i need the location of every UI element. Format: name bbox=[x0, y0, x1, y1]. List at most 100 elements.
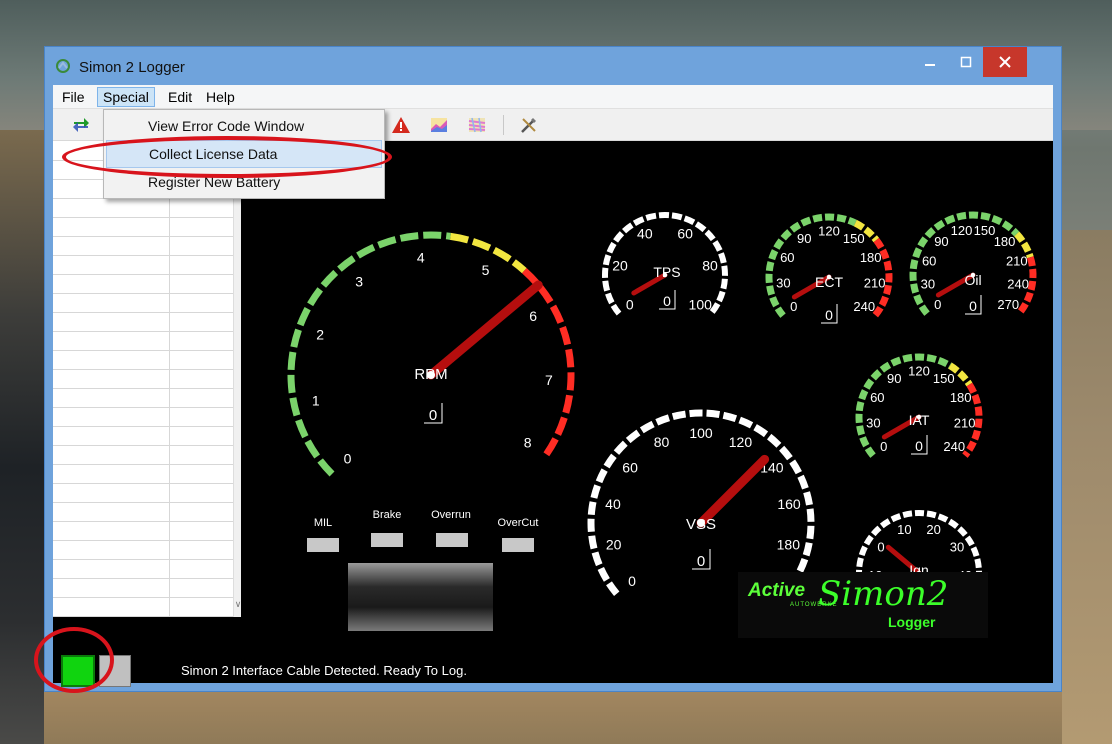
iat-value-readout: 0 bbox=[915, 438, 923, 454]
ect-tick-label: 60 bbox=[780, 250, 794, 265]
rpm-tick-label: 1 bbox=[312, 392, 320, 408]
oil-tick-label: 60 bbox=[922, 254, 936, 269]
vss-tick-label: 0 bbox=[628, 573, 636, 589]
vss-tick-label: 120 bbox=[729, 434, 753, 450]
logo-simon-text: Simon2 bbox=[818, 574, 949, 614]
iat-tick-label: 120 bbox=[908, 364, 930, 379]
oil-tick-label: 0 bbox=[934, 297, 941, 312]
rpm-gauge: 0 1 2 3 4 5 6 7 8 RPM 0 bbox=[287, 231, 575, 477]
rpm-tick-label: 3 bbox=[355, 273, 363, 289]
rpm-tick-label: 5 bbox=[482, 262, 490, 278]
brake-indicator bbox=[371, 533, 403, 547]
ect-tick-label: 240 bbox=[853, 299, 875, 314]
app-icon bbox=[56, 59, 70, 73]
maximize-button[interactable] bbox=[949, 47, 983, 77]
oil-tick-label: 150 bbox=[974, 223, 996, 238]
vss-tick-label: 20 bbox=[606, 537, 622, 553]
oil-gauge-label: Oil bbox=[964, 272, 981, 288]
rpm-tick-label: 6 bbox=[529, 308, 537, 324]
iat-tick-label: 60 bbox=[870, 390, 884, 405]
oil-tick-label: 90 bbox=[934, 234, 948, 249]
annotation-circle-led bbox=[34, 627, 114, 693]
shift-light-panel bbox=[348, 563, 493, 631]
iat-tick-label: 30 bbox=[866, 416, 880, 431]
tps-tick-label: 60 bbox=[677, 226, 693, 242]
ect-tick-label: 30 bbox=[776, 276, 790, 291]
ect-tick-label: 0 bbox=[790, 299, 797, 314]
rpm-tick-label: 0 bbox=[344, 450, 352, 466]
ect-gauge: 0306090 120 150180210240ECT0 bbox=[765, 213, 893, 324]
ign-tick-label: 0 bbox=[877, 540, 884, 555]
ect-tick-label: 120 bbox=[818, 224, 840, 239]
title-bar[interactable]: Simon 2 Logger bbox=[45, 47, 1061, 85]
close-icon bbox=[999, 56, 1011, 68]
ect-tick-label: 210 bbox=[864, 276, 886, 291]
rpm-gauge-label: RPM bbox=[414, 366, 447, 383]
ect-tick-label: 150 bbox=[843, 231, 865, 246]
tps-tick-label: 100 bbox=[689, 296, 713, 312]
simon2-logger-logo: Active AUTOWERKE Simon2 Logger bbox=[738, 572, 988, 638]
oil-gauge: 0 30 60 90120 150180 210 240 270 Oil 0 bbox=[909, 211, 1037, 316]
vss-needle bbox=[696, 454, 770, 528]
mil-label: MIL bbox=[314, 517, 332, 529]
tps-gauge-label: TPS bbox=[653, 264, 680, 280]
iat-tick-label: 150 bbox=[933, 371, 955, 386]
vss-tick-label: 60 bbox=[622, 459, 638, 475]
rpm-needle bbox=[426, 280, 543, 380]
vss-value-readout: 0 bbox=[697, 553, 705, 570]
ect-tick-label: 180 bbox=[860, 250, 882, 265]
status-text: Simon 2 Interface Cable Detected. Ready … bbox=[181, 663, 467, 678]
vss-tick-label: 160 bbox=[777, 496, 801, 512]
status-bar: Simon 2 Interface Cable Detected. Ready … bbox=[53, 649, 1053, 687]
vss-tick-label: 180 bbox=[777, 537, 801, 553]
overcut-label: OverCut bbox=[498, 517, 539, 529]
ign-tick-label: 30 bbox=[950, 540, 964, 555]
annotation-circle-menu bbox=[62, 136, 392, 178]
logo-active-text: Active bbox=[748, 580, 806, 601]
tps-value-readout: 0 bbox=[663, 293, 671, 309]
oil-value-readout: 0 bbox=[969, 298, 977, 314]
logo-logger-text: Logger bbox=[888, 614, 936, 630]
oil-tick-label: 120 bbox=[951, 223, 973, 238]
tps-tick-label: 20 bbox=[612, 257, 628, 273]
rpm-arc-band bbox=[287, 231, 451, 477]
tps-gauge: 0 20 40 60 80 100 TPS 0 bbox=[602, 212, 728, 316]
ign-tick-label: 10 bbox=[897, 522, 911, 537]
oil-tick-label: 180 bbox=[994, 234, 1016, 249]
overcut-indicator bbox=[502, 538, 534, 552]
oil-tick-label: 240 bbox=[1007, 276, 1029, 291]
tps-tick-label: 80 bbox=[702, 257, 718, 273]
iat-tick-label: 0 bbox=[880, 439, 887, 454]
oil-tick-label: 270 bbox=[997, 297, 1019, 312]
rpm-value-readout: 0 bbox=[429, 407, 437, 424]
maximize-icon bbox=[960, 56, 972, 68]
iat-gauge: 0306090 120 150180210240IAT0 bbox=[855, 353, 983, 458]
desktop-background-right bbox=[1062, 230, 1112, 744]
rpm-tick-label: 8 bbox=[524, 435, 532, 451]
ect-gauge-label: ECT bbox=[815, 274, 843, 290]
rpm-tick-label: 2 bbox=[316, 327, 324, 343]
close-button[interactable] bbox=[983, 47, 1027, 77]
ect-value-readout: 0 bbox=[825, 307, 833, 323]
vss-tick-label: 80 bbox=[654, 434, 670, 450]
rpm-tick-label: 4 bbox=[417, 249, 425, 265]
iat-tick-label: 180 bbox=[950, 390, 972, 405]
tps-tick-label: 0 bbox=[626, 296, 634, 312]
oil-tick-label: 210 bbox=[1006, 254, 1028, 269]
minimize-button[interactable] bbox=[913, 47, 947, 77]
rpm-tick-label: 7 bbox=[545, 372, 553, 388]
iat-gauge-label: IAT bbox=[909, 412, 930, 428]
vss-gauge-label: VSS bbox=[686, 516, 716, 533]
rpm-arc-band bbox=[521, 268, 575, 458]
vss-tick-label: 100 bbox=[689, 425, 713, 441]
ect-tick-label: 90 bbox=[797, 231, 811, 246]
vss-gauge: 020406080100120140160180200VSS0 bbox=[587, 409, 815, 596]
overrun-label: Overrun bbox=[431, 509, 471, 521]
oil-tick-label: 30 bbox=[921, 276, 935, 291]
iat-tick-label: 90 bbox=[887, 371, 901, 386]
tps-tick-label: 40 bbox=[637, 226, 653, 242]
iat-tick-label: 210 bbox=[954, 416, 976, 431]
overrun-indicator bbox=[436, 533, 468, 547]
ign-tick-label: 20 bbox=[926, 522, 940, 537]
iat-tick-label: 240 bbox=[943, 439, 965, 454]
